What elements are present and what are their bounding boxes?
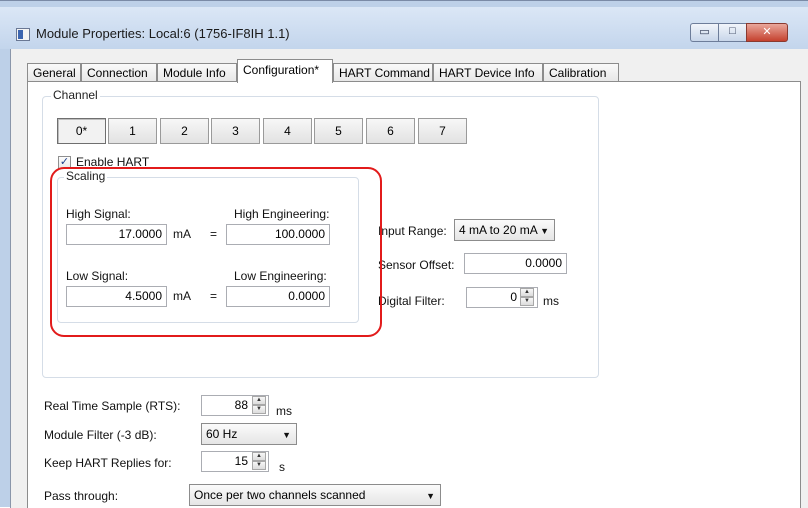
spin-down-icon[interactable]: ▼ xyxy=(520,297,534,306)
channel-7-button[interactable]: 7 xyxy=(418,118,467,144)
channel-0-button[interactable]: 0* xyxy=(57,118,106,144)
window-title: Module Properties: Local:6 (1756-IF8IH 1… xyxy=(36,26,290,41)
channel-6-button[interactable]: 6 xyxy=(366,118,415,144)
digital-filter-spin-buttons[interactable]: ▲ ▼ xyxy=(520,288,534,307)
configuration-tab-page: Channel 0* 1 2 3 4 5 6 7 ✓ Enable HART S… xyxy=(27,81,801,508)
channel-5-button[interactable]: 5 xyxy=(314,118,363,144)
tab-configuration[interactable]: Configuration* xyxy=(237,59,333,83)
module-filter-label: Module Filter (-3 dB): xyxy=(44,428,157,442)
chevron-down-icon: ▼ xyxy=(426,491,435,501)
module-properties-window: Module Properties: Local:6 (1756-IF8IH 1… xyxy=(0,0,808,508)
minimize-button[interactable]: ▭ xyxy=(690,23,718,42)
spin-up-icon[interactable]: ▲ xyxy=(252,452,266,461)
tab-connection[interactable]: Connection xyxy=(81,63,157,82)
rts-spinner: 88 ▲ ▼ xyxy=(201,395,269,416)
module-filter-dropdown[interactable]: 60 Hz ▼ xyxy=(201,423,297,445)
chevron-down-icon: ▼ xyxy=(282,430,291,440)
spin-down-icon[interactable]: ▼ xyxy=(252,405,266,414)
pass-through-value: Once per two channels scanned xyxy=(194,488,366,502)
keep-hart-label: Keep HART Replies for: xyxy=(44,456,172,470)
maximize-icon: □ xyxy=(729,25,736,37)
rts-label: Real Time Sample (RTS): xyxy=(44,399,181,413)
close-button[interactable]: ✕ xyxy=(746,23,788,42)
chevron-down-icon: ▼ xyxy=(540,226,549,236)
spin-down-icon[interactable]: ▼ xyxy=(252,461,266,470)
tab-module-info[interactable]: Module Info xyxy=(157,63,237,82)
digital-filter-spinner: 0 ▲ ▼ xyxy=(466,287,538,308)
rts-spin-buttons[interactable]: ▲ ▼ xyxy=(252,396,266,415)
pass-through-label: Pass through: xyxy=(44,489,119,503)
keep-hart-spinner: 15 ▲ ▼ xyxy=(201,451,269,472)
tab-hart-command[interactable]: HART Command xyxy=(333,63,433,82)
channel-4-button[interactable]: 4 xyxy=(263,118,312,144)
digital-filter-unit: ms xyxy=(543,294,559,308)
spin-up-icon[interactable]: ▲ xyxy=(252,396,266,405)
keep-hart-spin-buttons[interactable]: ▲ ▼ xyxy=(252,452,266,471)
app-icon xyxy=(16,28,30,41)
tab-general[interactable]: General xyxy=(27,63,81,82)
title-bar[interactable]: Module Properties: Local:6 (1756-IF8IH 1… xyxy=(0,7,808,49)
input-range-label: Input Range: xyxy=(378,224,447,238)
dialog-client-area: General Connection Module Info Configura… xyxy=(10,49,808,508)
caption-buttons: ▭ □ ✕ xyxy=(690,23,788,42)
pass-through-dropdown[interactable]: Once per two channels scanned ▼ xyxy=(189,484,441,506)
tab-hart-device-info[interactable]: HART Device Info xyxy=(433,63,543,82)
close-icon: ✕ xyxy=(762,26,772,38)
module-filter-value: 60 Hz xyxy=(206,427,238,441)
digital-filter-label: Digital Filter: xyxy=(378,294,445,308)
minimize-icon: ▭ xyxy=(699,26,710,38)
scaling-highlight-outline xyxy=(50,167,382,337)
input-range-value: 4 mA to 20 mA xyxy=(459,223,538,237)
channel-1-button[interactable]: 1 xyxy=(108,118,157,144)
spin-up-icon[interactable]: ▲ xyxy=(520,288,534,297)
channel-3-button[interactable]: 3 xyxy=(211,118,260,144)
rts-unit: ms xyxy=(276,404,292,418)
channel-group-label: Channel xyxy=(51,88,100,102)
sensor-offset-label: Sensor Offset: xyxy=(378,258,455,272)
tab-calibration[interactable]: Calibration xyxy=(543,63,619,82)
channel-2-button[interactable]: 2 xyxy=(160,118,209,144)
input-range-dropdown[interactable]: 4 mA to 20 mA ▼ xyxy=(454,219,555,241)
keep-hart-unit: s xyxy=(279,460,285,474)
sensor-offset-field[interactable]: 0.0000 xyxy=(464,253,567,274)
maximize-button[interactable]: □ xyxy=(718,23,746,42)
